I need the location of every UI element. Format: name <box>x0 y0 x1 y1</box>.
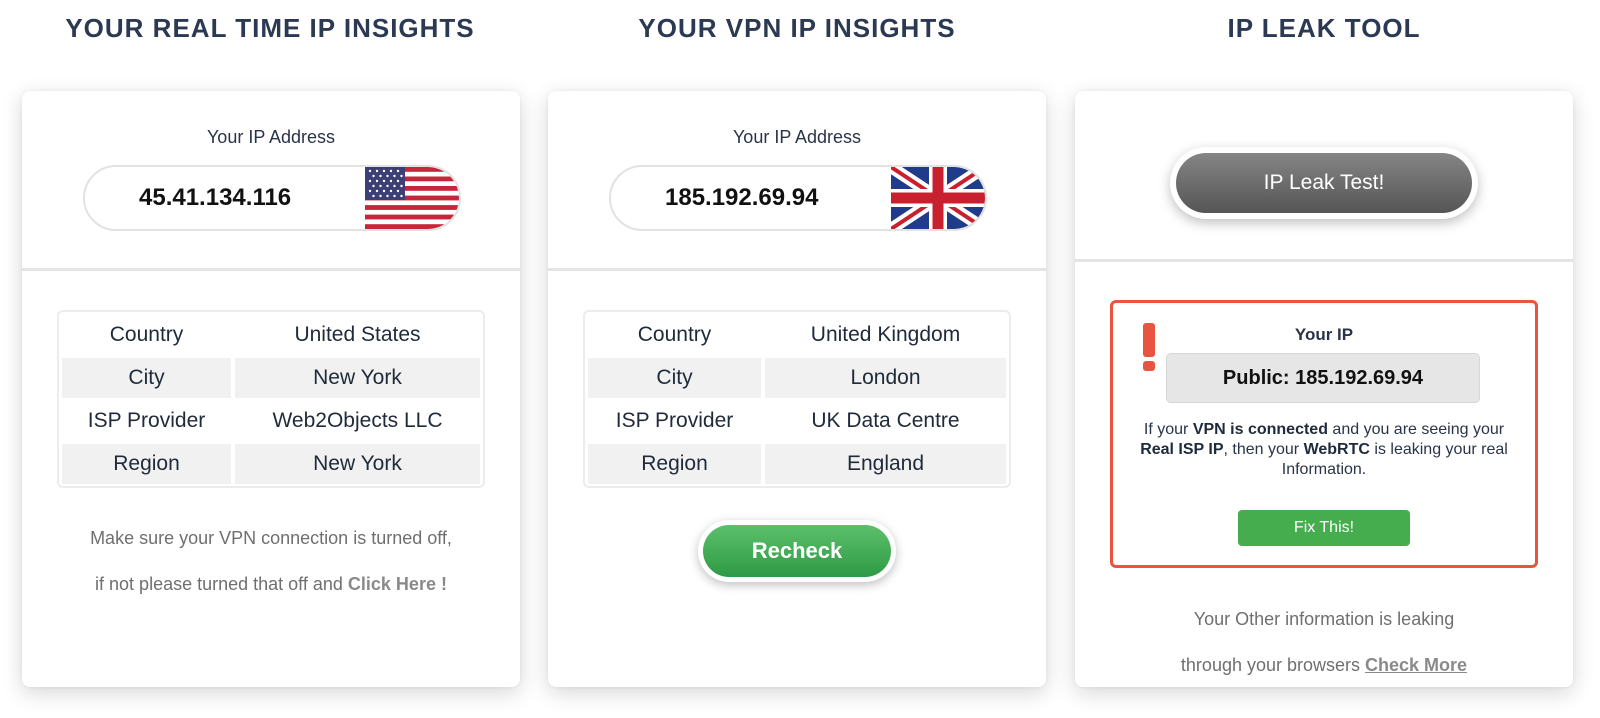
recheck-button-label: Recheck <box>703 525 891 577</box>
row-value: Web2Objects LLC <box>272 409 443 432</box>
ip-address-label: Your IP Address <box>206 127 336 147</box>
row-value: London <box>765 358 1006 398</box>
ip-leak-header: IP Leak Test! <box>1075 91 1573 262</box>
row-label: Country <box>637 323 712 346</box>
table-row: ISP Provider Web2Objects LLC <box>62 401 480 441</box>
ip-leak-test-label: IP Leak Test! <box>1176 153 1472 213</box>
public-ip-value: Public: 185.192.69.94 <box>1166 353 1480 403</box>
ip-leak-card: IP Leak Test! Your IP Public: 185.192.69… <box>1075 91 1573 687</box>
row-label: Country <box>109 323 184 346</box>
table-row: Country United Kingdom <box>588 315 1006 355</box>
real-ip-card: Your IP Address 45.41.134.116 Country Un… <box>22 91 520 687</box>
row-value: New York <box>235 358 480 398</box>
ip-address-label: Your IP Address <box>732 127 862 147</box>
fix-this-button[interactable]: Fix This! <box>1238 510 1410 546</box>
click-here-link[interactable]: Click Here ! <box>348 574 447 594</box>
row-value: United States <box>294 323 421 346</box>
recheck-button[interactable]: Recheck <box>698 520 896 582</box>
row-label: Region <box>588 444 761 484</box>
leak-warning-text: If your VPN is connected and you are see… <box>1140 421 1508 478</box>
table-row: Region England <box>588 444 1006 484</box>
real-ip-title: YOUR REAL TIME IP INSIGHTS <box>65 13 475 43</box>
table-row: City London <box>588 358 1006 398</box>
ip-address-display: 45.41.134.116 <box>83 165 461 231</box>
other-info-text: through your browsers <box>1180 655 1361 675</box>
ip-leak-title: IP LEAK TOOL <box>1227 13 1421 43</box>
other-info-line2: through your browsers Check More <box>1075 655 1573 676</box>
row-value: England <box>765 444 1006 484</box>
row-label: Region <box>62 444 231 484</box>
webrtc-leak-alert: Your IP Public: 185.192.69.94 If your VP… <box>1110 300 1538 568</box>
ip-address-display: 185.192.69.94 <box>609 165 987 231</box>
vpn-ip-title: YOUR VPN IP INSIGHTS <box>638 13 956 43</box>
row-label: City <box>588 358 761 398</box>
real-ip-info-table: Country United States City New York ISP … <box>57 310 485 488</box>
ip-address-value: 185.192.69.94 <box>665 184 819 211</box>
check-more-link[interactable]: Check More <box>1365 655 1467 675</box>
row-value: United Kingdom <box>810 323 961 346</box>
row-label: City <box>62 358 231 398</box>
row-label: ISP Provider <box>615 409 734 432</box>
table-row: Country United States <box>62 315 480 355</box>
table-row: Region New York <box>62 444 480 484</box>
row-value: UK Data Centre <box>811 409 960 432</box>
vpn-ip-card: Your IP Address 185.192.69.94 Country Un… <box>548 91 1046 687</box>
vpn-off-note-line1: Make sure your VPN connection is turned … <box>90 528 452 548</box>
row-value: New York <box>235 444 480 484</box>
uk-flag-icon <box>891 167 985 229</box>
other-info-line1: Your Other information is leaking <box>1193 609 1455 629</box>
your-ip-heading: Your IP <box>1294 325 1354 344</box>
real-ip-header: Your IP Address 45.41.134.116 <box>22 91 520 271</box>
vpn-ip-header: Your IP Address 185.192.69.94 <box>548 91 1046 271</box>
row-label: ISP Provider <box>87 409 206 432</box>
vpn-ip-info-table: Country United Kingdom City London ISP P… <box>583 310 1011 488</box>
vpn-off-note-text: if not please turned that off and <box>95 574 343 594</box>
table-row: ISP Provider UK Data Centre <box>588 401 1006 441</box>
ip-leak-test-button[interactable]: IP Leak Test! <box>1170 147 1478 219</box>
vpn-off-note-line2: if not please turned that off and Click … <box>22 574 520 595</box>
table-row: City New York <box>62 358 480 398</box>
ip-address-value: 45.41.134.116 <box>139 184 292 211</box>
us-flag-icon <box>365 167 459 229</box>
